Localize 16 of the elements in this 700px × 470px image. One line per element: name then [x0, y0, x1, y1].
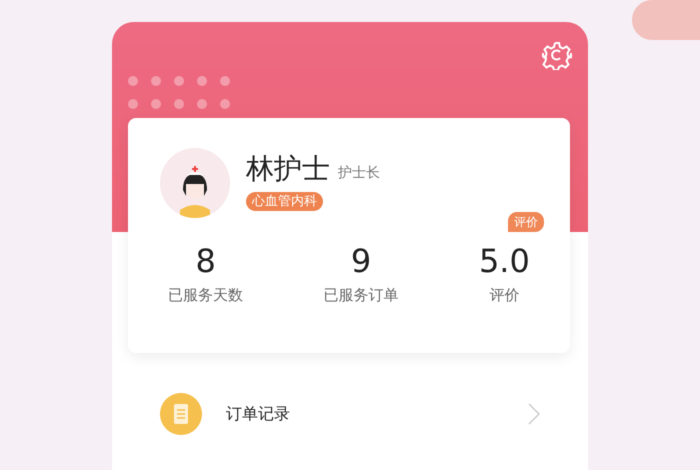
stat-label: 评价: [488, 285, 520, 306]
stat-value: 9: [350, 242, 372, 280]
stat-label: 已服务订单: [322, 285, 400, 306]
chevron-icon: [528, 403, 540, 425]
settings-icon[interactable]: [542, 40, 572, 70]
job-title: 护士长: [338, 164, 380, 184]
menu-item[interactable]: 订单记录: [112, 377, 588, 451]
pill-decoration: [632, 0, 700, 40]
stat-value: 8: [196, 242, 216, 280]
department-tag: 心血管内科: [246, 192, 323, 212]
nurse-name: 林护士: [246, 154, 330, 184]
menu-label: 订单记录: [226, 403, 291, 425]
stat-value: 5.0: [478, 242, 530, 280]
stat-label: 已服务天数: [167, 285, 244, 306]
rating-badge: 评价: [508, 212, 544, 232]
clipboard-icon: [160, 393, 202, 435]
